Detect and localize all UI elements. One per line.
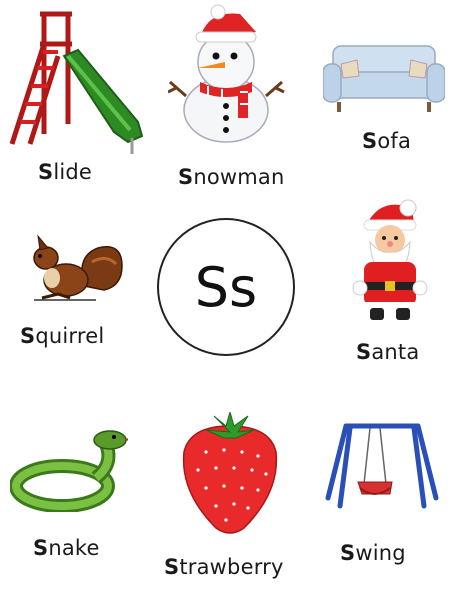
word-sofa: Sofa — [362, 129, 412, 153]
word-slide: Slide — [38, 160, 93, 184]
snake-icon — [10, 430, 128, 512]
word-squirrel: Squirrel — [20, 324, 105, 348]
snowman-icon — [168, 4, 285, 143]
slide-icon — [9, 11, 144, 154]
word-santa: Santa — [356, 340, 420, 364]
word-strawberry: Strawberry — [164, 555, 284, 579]
santa-icon — [352, 199, 428, 320]
sofa-icon — [323, 45, 445, 112]
center-letters: Ss — [194, 255, 258, 319]
strawberry-icon — [182, 412, 278, 534]
word-snake: Snake — [33, 536, 100, 560]
swing-icon — [325, 423, 439, 509]
center-letter-circle: Ss — [157, 218, 295, 356]
squirrel-icon — [33, 234, 123, 301]
word-snowman: Snowman — [178, 165, 285, 189]
word-swing: Swing — [340, 541, 406, 565]
